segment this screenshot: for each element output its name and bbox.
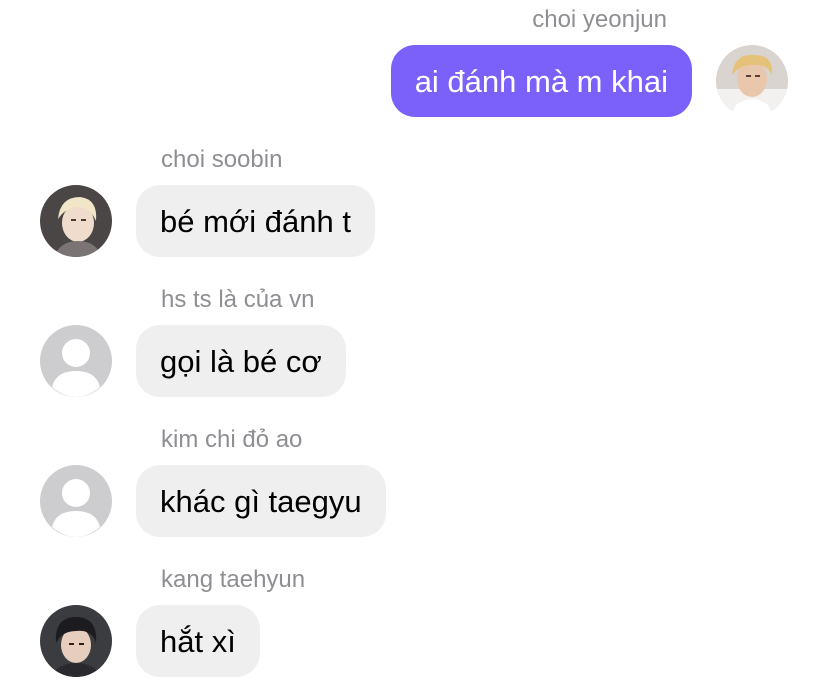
- avatar[interactable]: [40, 325, 112, 397]
- message-bubble-incoming[interactable]: khác gì taegyu: [136, 465, 386, 537]
- avatar[interactable]: [40, 465, 112, 537]
- message-bubble-incoming[interactable]: bé mới đánh t: [136, 185, 375, 257]
- default-user-icon: [40, 325, 112, 397]
- message-bubble-incoming[interactable]: hắt xì: [136, 605, 260, 677]
- default-user-icon: [40, 465, 112, 537]
- message-bubble-incoming[interactable]: gọi là bé cơ: [136, 325, 346, 397]
- avatar[interactable]: [40, 605, 112, 677]
- photo-avatar-icon: [40, 605, 112, 677]
- photo-avatar-icon: [40, 185, 112, 257]
- photo-avatar-icon: [716, 45, 788, 117]
- sender-name: hs ts là của vn: [161, 286, 315, 313]
- avatar[interactable]: [716, 45, 788, 117]
- sender-name: kang taehyun: [161, 566, 306, 593]
- sender-name: choi soobin: [161, 146, 283, 173]
- avatar[interactable]: [40, 185, 112, 257]
- sender-name: kim chi đỏ ao: [161, 426, 303, 453]
- message-bubble-outgoing[interactable]: ai đánh mà m khai: [390, 45, 692, 117]
- sender-name: choi yeonjun: [532, 6, 667, 33]
